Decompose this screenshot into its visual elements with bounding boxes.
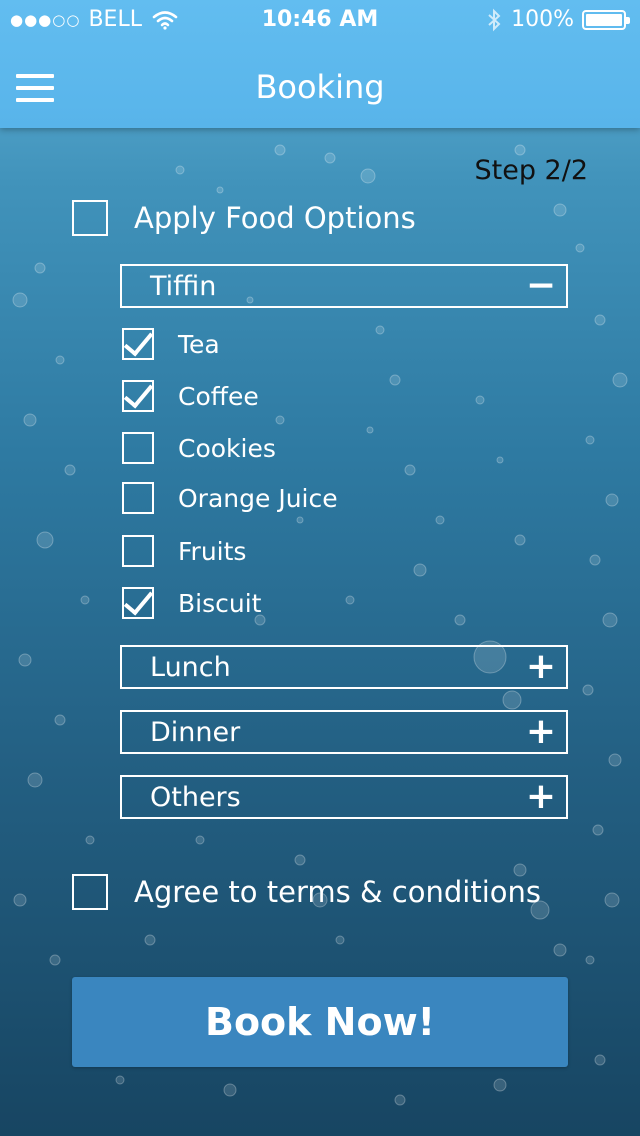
agree-terms-label: Agree to terms & conditions: [134, 875, 541, 909]
food-item-coffee[interactable]: Coffee: [122, 377, 259, 412]
agree-terms-row[interactable]: Agree to terms & conditions: [72, 874, 541, 910]
apply-food-options-label: Apply Food Options: [134, 201, 416, 235]
food-item-label: Coffee: [178, 381, 259, 411]
plus-icon[interactable]: +: [526, 779, 556, 815]
booking-form: Step 2/2 Apply Food Options Tiffin − Tea…: [0, 0, 640, 1136]
apply-food-options-checkbox[interactable]: [72, 200, 108, 236]
bluetooth-icon: [488, 8, 501, 31]
food-item-biscuit[interactable]: Biscuit: [122, 584, 262, 619]
section-header-lunch[interactable]: Lunch +: [120, 645, 568, 689]
section-header-dinner[interactable]: Dinner +: [120, 710, 568, 754]
section-header-others[interactable]: Others +: [120, 775, 568, 819]
section-label: Others: [150, 781, 241, 813]
status-bar: ●●●○○ BELL 10:46 AM 100%: [0, 0, 640, 40]
page-title: Booking: [255, 68, 385, 106]
food-item-label: Fruits: [178, 536, 247, 566]
tea-checkbox[interactable]: [122, 325, 154, 360]
section-label: Dinner: [150, 716, 241, 748]
cookies-checkbox[interactable]: [122, 432, 154, 464]
food-item-tea[interactable]: Tea: [122, 325, 220, 360]
food-item-fruits[interactable]: Fruits: [122, 535, 246, 567]
coffee-checkbox[interactable]: [122, 377, 154, 412]
fruits-checkbox[interactable]: [122, 535, 154, 567]
battery-icon: [582, 9, 630, 30]
agree-terms-checkbox[interactable]: [72, 874, 108, 910]
biscuit-checkbox[interactable]: [122, 584, 154, 619]
plus-icon[interactable]: +: [526, 714, 556, 750]
checkmark-icon: [123, 377, 154, 409]
food-item-label: Cookies: [178, 433, 276, 463]
nav-bar: ●●●○○ BELL 10:46 AM 100% Booking: [0, 0, 640, 128]
apply-food-options-row[interactable]: Apply Food Options: [72, 200, 416, 236]
food-item-label: Biscuit: [178, 588, 262, 618]
book-now-button[interactable]: Book Now!: [72, 977, 568, 1067]
checkmark-icon: [123, 325, 154, 357]
section-label: Lunch: [150, 651, 231, 683]
section-label: Tiffin: [150, 270, 217, 302]
battery-percent: 100%: [511, 7, 574, 32]
food-item-orange-juice[interactable]: Orange Juice: [122, 482, 338, 514]
food-item-label: Orange Juice: [178, 483, 338, 513]
food-item-label: Tea: [178, 329, 220, 359]
food-item-cookies[interactable]: Cookies: [122, 432, 276, 464]
step-indicator: Step 2/2: [474, 155, 588, 186]
orange-juice-checkbox[interactable]: [122, 482, 154, 514]
plus-icon[interactable]: +: [526, 649, 556, 685]
minus-icon[interactable]: −: [526, 268, 556, 304]
checkmark-icon: [123, 584, 154, 616]
section-header-tiffin[interactable]: Tiffin −: [120, 264, 568, 308]
